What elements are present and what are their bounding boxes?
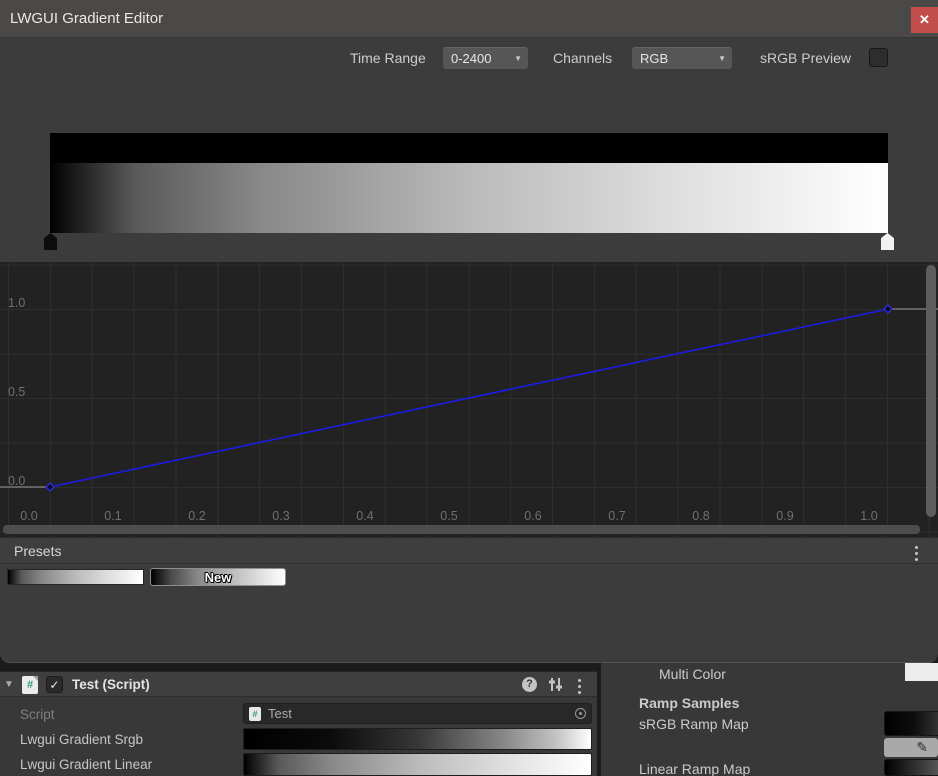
script-field-label: Script [20, 707, 55, 722]
chevron-down-icon: ▼ [514, 48, 522, 70]
gradient-linear-label: Lwgui Gradient Linear [20, 757, 152, 772]
gradient-srgb-label: Lwgui Gradient Srgb [20, 732, 143, 747]
edit-ramp-button[interactable]: ✎ [884, 738, 938, 757]
material-panel: Multi Color Ramp Samples sRGB Ramp Map ✎… [601, 663, 938, 776]
vertical-scrollbar[interactable] [926, 265, 936, 517]
csharp-script-icon: # [249, 707, 261, 721]
presets-header: Presets [0, 537, 938, 564]
gradient-linear-field[interactable] [243, 753, 592, 776]
gradient-srgb-field[interactable] [243, 728, 592, 750]
channels-label: Channels [553, 47, 612, 69]
alpha-preview-strip[interactable] [50, 133, 888, 163]
object-picker-icon[interactable] [575, 708, 586, 719]
time-range-value: 0-2400 [451, 51, 491, 66]
kebab-menu-icon[interactable] [578, 679, 581, 694]
preset-new-label: New [151, 570, 285, 585]
preset-swatch[interactable] [7, 569, 144, 585]
curve-editor[interactable]: 1.00.50.0 0.00.10.20.30.40.50.60.70.80.9… [0, 262, 938, 537]
multi-color-label: Multi Color [659, 666, 726, 682]
srgb-preview-label: sRGB Preview [760, 47, 851, 69]
component-title: Test (Script) [72, 672, 150, 698]
preset-swatch-new[interactable]: New [150, 568, 286, 586]
chevron-down-icon: ▼ [718, 48, 726, 70]
component-enabled-checkbox[interactable]: ✓ [46, 676, 63, 693]
window-title: LWGUI Gradient Editor [10, 10, 163, 27]
gradient-preview-strip[interactable] [50, 163, 888, 233]
curve-plot[interactable] [0, 262, 938, 537]
srgb-ramp-swatch[interactable] [884, 711, 938, 736]
linear-ramp-map-label: Linear Ramp Map [639, 761, 750, 776]
script-object-field[interactable]: # Test [243, 703, 592, 724]
presets-title: Presets [14, 538, 61, 565]
script-object-value: Test [268, 704, 292, 723]
presets-manager-icon[interactable] [548, 677, 563, 697]
help-icon[interactable]: ? [522, 677, 537, 692]
srgb-ramp-map-label: sRGB Ramp Map [639, 716, 749, 732]
component-header[interactable]: ▼ # ✓ Test (Script) ? [0, 671, 597, 697]
ramp-samples-header: Ramp Samples [639, 695, 739, 711]
foldout-icon[interactable]: ▼ [4, 679, 14, 690]
channels-dropdown[interactable]: RGB ▼ [632, 47, 732, 69]
time-range-dropdown[interactable]: 0-2400 ▼ [443, 47, 528, 69]
time-range-label: Time Range [350, 47, 426, 69]
pencil-icon: ✎ [916, 739, 928, 756]
horizontal-scrollbar[interactable] [3, 525, 920, 534]
window-title-bar[interactable]: LWGUI Gradient Editor ✕ [0, 0, 938, 38]
srgb-preview-checkbox[interactable] [869, 48, 888, 67]
channels-value: RGB [640, 51, 668, 66]
gradient-editor-window: LWGUI Gradient Editor ✕ Time Range 0-240… [0, 0, 938, 663]
gradient-key-left[interactable] [44, 233, 57, 250]
linear-ramp-swatch[interactable] [884, 759, 938, 776]
csharp-script-icon: # [22, 676, 38, 694]
gradient-key-right[interactable] [881, 233, 894, 250]
inspector-panel: ▼ # ✓ Test (Script) ? Script # Test [0, 671, 597, 776]
multi-color-swatch[interactable] [905, 663, 938, 681]
screen: LWGUI Gradient Editor ✕ Time Range 0-240… [0, 0, 938, 776]
kebab-menu-icon[interactable] [915, 546, 918, 561]
close-button[interactable]: ✕ [911, 7, 938, 33]
